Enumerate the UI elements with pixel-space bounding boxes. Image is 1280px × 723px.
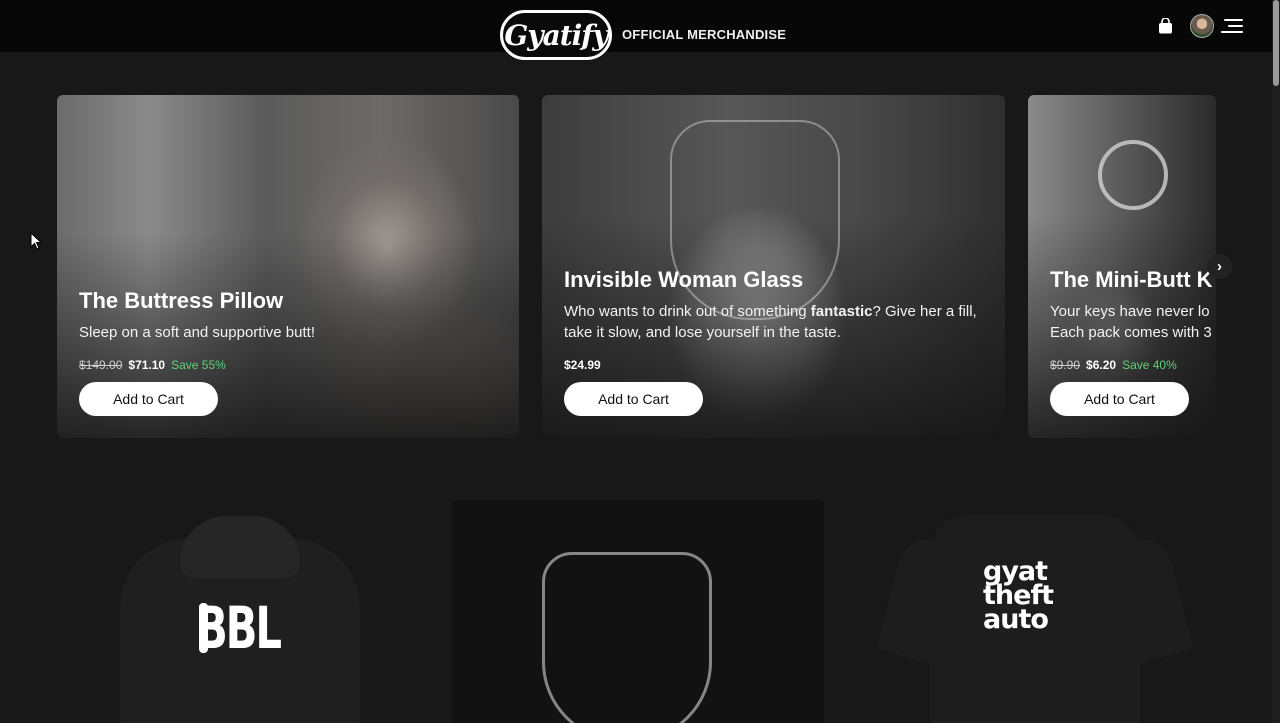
mouse-cursor-icon xyxy=(30,232,42,250)
current-price: $24.99 xyxy=(564,358,601,372)
price-row: $9.90 $6.20 Save 40% xyxy=(1050,358,1177,372)
old-price: $9.90 xyxy=(1050,358,1081,372)
avatar[interactable] xyxy=(1190,14,1214,38)
add-to-cart-button[interactable]: Add to Cart xyxy=(564,382,703,416)
logo-line: auto xyxy=(983,604,1049,635)
card-title: Invisible Woman Glass xyxy=(564,267,804,292)
card-description: Your keys have never lo Each pack comes w… xyxy=(1050,301,1212,343)
product-gyat-theft-auto-tee[interactable]: gyat theft auto xyxy=(875,500,1195,723)
save-badge: Save 40% xyxy=(1122,358,1177,372)
header-title: OFFICIAL MERCHANDISE xyxy=(622,27,787,42)
product-glass[interactable] xyxy=(452,500,824,723)
card-title: The Mini-Butt K xyxy=(1050,267,1213,292)
logo-text: Gyatify xyxy=(500,10,612,60)
page-scrollbar-thumb[interactable] xyxy=(1273,0,1279,86)
card-description: Sleep on a soft and supportive butt! xyxy=(79,324,315,341)
price-row: $24.99 xyxy=(564,358,607,372)
card-title: The Buttress Pillow xyxy=(79,288,284,313)
description-line: Each pack comes with 3 xyxy=(1050,324,1212,341)
save-badge: Save 55% xyxy=(171,358,226,372)
bbl-logo: BBL xyxy=(190,594,300,662)
carousel-next-button[interactable]: › xyxy=(1207,254,1232,279)
add-to-cart-button[interactable]: Add to Cart xyxy=(79,382,218,416)
description-text: Who wants to drink out of something xyxy=(564,303,811,320)
price-row: $149.00 $71.10 Save 55% xyxy=(79,358,226,372)
bbl-logo-text: BBL xyxy=(196,594,282,662)
hoodie-hood xyxy=(180,516,300,578)
keyring-image xyxy=(1098,140,1168,210)
current-price: $6.20 xyxy=(1086,358,1117,372)
carousel-card-invisible-woman-glass[interactable]: Invisible Woman Glass Who wants to drink… xyxy=(542,95,1005,438)
chevron-right-icon: › xyxy=(1217,258,1222,275)
card-description: Who wants to drink out of something fant… xyxy=(564,301,994,343)
old-price: $149.00 xyxy=(79,358,123,372)
product-bbl-hoodie[interactable]: BBL xyxy=(110,500,370,723)
current-price: $71.10 xyxy=(128,358,166,372)
description-emphasis: fantastic xyxy=(810,303,873,320)
shopping-bag-icon[interactable] xyxy=(1158,18,1173,34)
glass-image xyxy=(542,552,712,723)
gta-logo: gyat theft auto xyxy=(983,558,1093,635)
brand-logo[interactable]: Gyatify xyxy=(500,8,612,64)
top-bar xyxy=(0,0,1272,52)
carousel-card-mini-butt-keychain[interactable]: The Mini-Butt K Your keys have never lo E… xyxy=(1028,95,1216,438)
carousel-card-buttress-pillow[interactable]: The Buttress Pillow Sleep on a soft and … xyxy=(57,95,519,438)
menu-icon[interactable] xyxy=(1221,17,1243,35)
page-scrollbar-track[interactable] xyxy=(1272,0,1280,723)
add-to-cart-button[interactable]: Add to Cart xyxy=(1050,382,1189,416)
description-line: Your keys have never lo xyxy=(1050,303,1210,320)
